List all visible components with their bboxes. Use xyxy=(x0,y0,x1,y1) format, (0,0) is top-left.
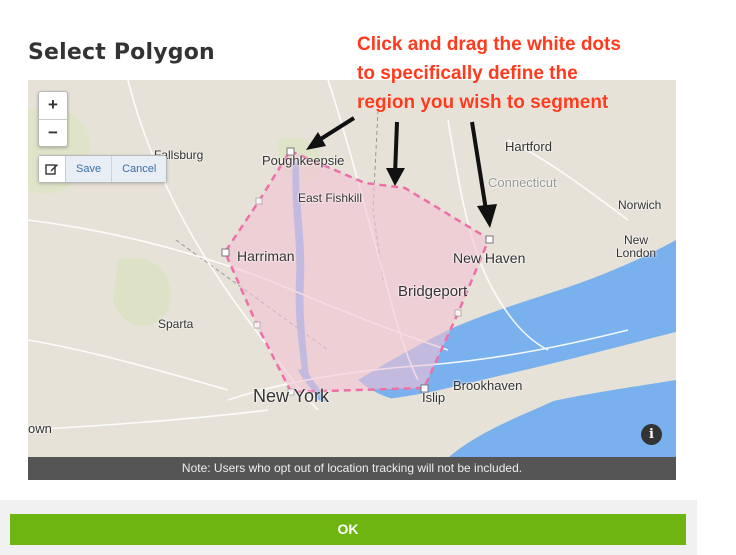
map-label-sparta: Sparta xyxy=(158,317,194,331)
info-icon[interactable]: i xyxy=(641,424,662,445)
annotation-line: Click and drag the white dots xyxy=(357,34,621,55)
map-label-islip: Islip xyxy=(422,390,446,405)
annotation-line: to specifically define the xyxy=(357,63,578,84)
zoom-in-button[interactable]: + xyxy=(39,92,67,120)
map-label-new-haven: New Haven xyxy=(453,250,526,266)
draw-toolbar: Save Cancel xyxy=(38,155,168,183)
map-label-new-london-1: New xyxy=(624,233,649,247)
map-label-norwich: Norwich xyxy=(618,198,662,212)
map-label-east-fishkill: East Fishkill xyxy=(298,191,363,205)
map-label-bridgeport: Bridgeport xyxy=(398,283,468,300)
map-label-new-london-2: London xyxy=(616,246,657,260)
map-label-harriman: Harriman xyxy=(237,248,295,264)
instruction-annotation: Click and drag the white dots to specifi… xyxy=(357,30,687,117)
map-label-town: own xyxy=(28,421,52,436)
map-base xyxy=(28,80,676,458)
map-label-hartford: Hartford xyxy=(505,139,552,154)
map-label-brookhaven: Brookhaven xyxy=(453,378,523,393)
edit-layers-button[interactable] xyxy=(39,156,66,182)
map-label-connecticut: Connecticut xyxy=(488,175,557,190)
map-label-new-york: New York xyxy=(253,386,330,406)
page-title: Select Polygon xyxy=(28,40,215,65)
zoom-control: + − xyxy=(38,91,68,147)
cancel-button[interactable]: Cancel xyxy=(111,156,167,182)
location-note: Note: Users who opt out of location trac… xyxy=(28,457,676,480)
ok-button[interactable]: OK xyxy=(10,514,686,545)
edit-icon xyxy=(45,164,58,175)
map-canvas[interactable]: Fallsburg Poughkeepsie Hartford Connecti… xyxy=(28,80,676,458)
annotation-line: region you wish to segment xyxy=(357,92,609,113)
map-label-poughkeepsie: Poughkeepsie xyxy=(262,153,345,168)
save-button[interactable]: Save xyxy=(66,156,112,182)
zoom-out-button[interactable]: − xyxy=(39,120,67,147)
